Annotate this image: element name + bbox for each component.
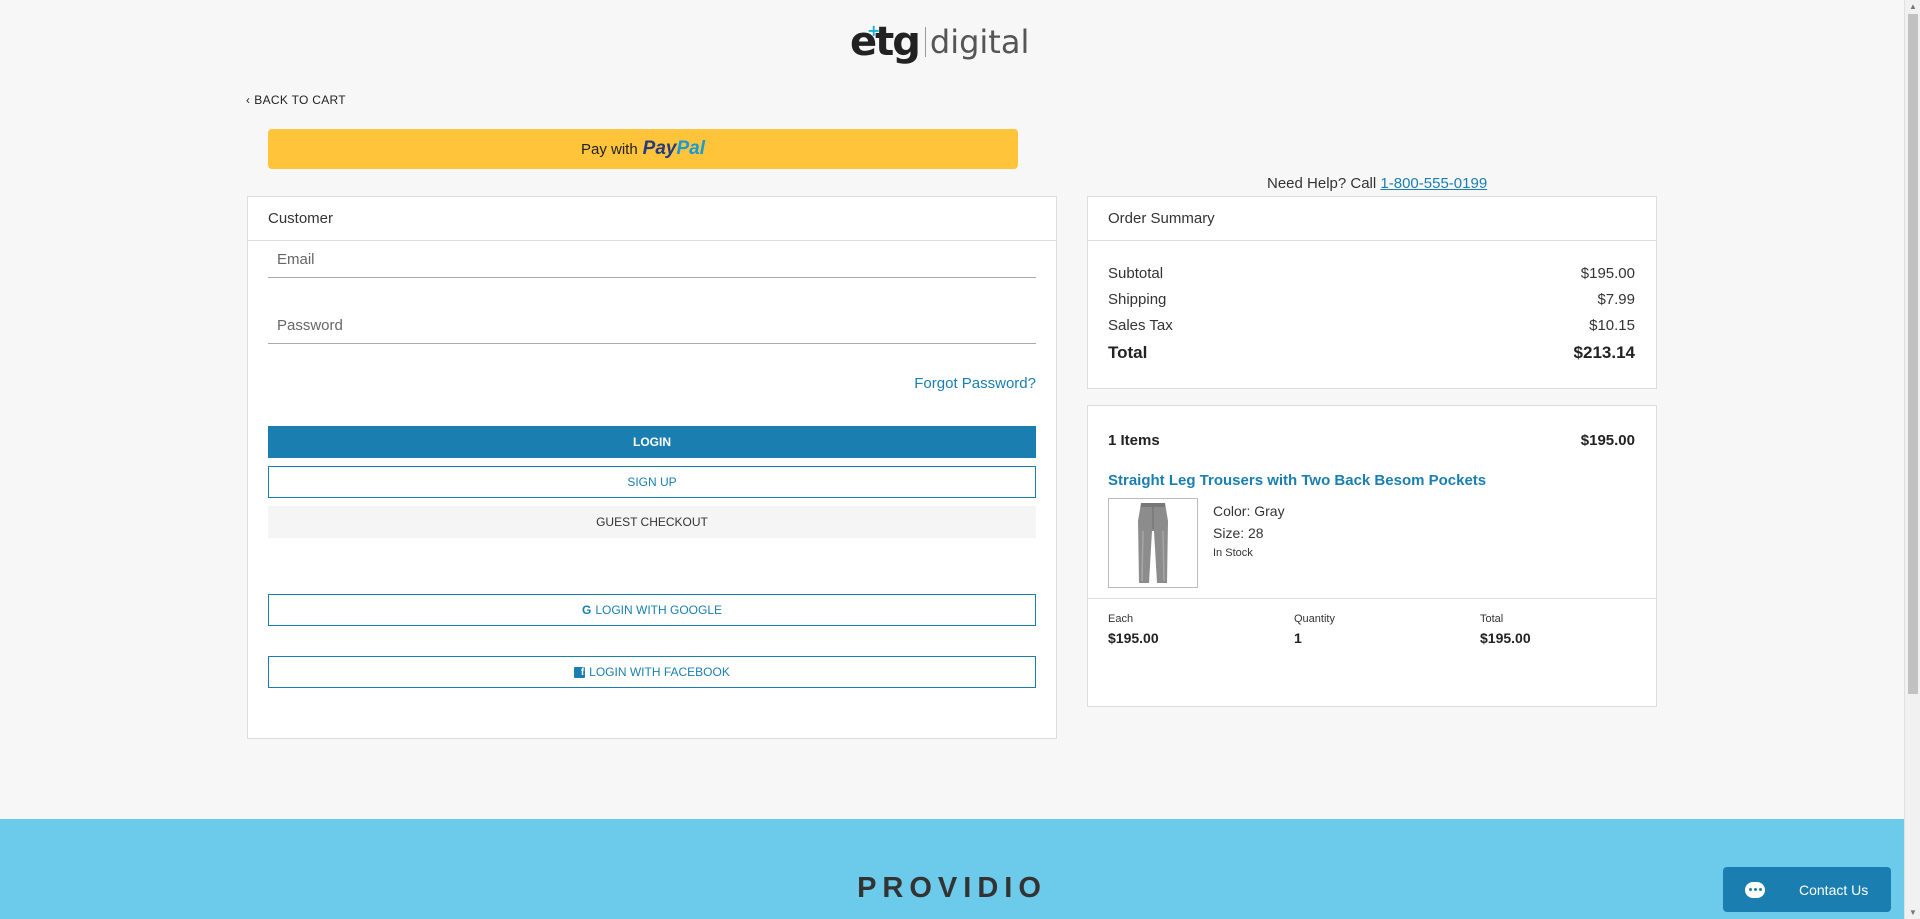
back-to-cart-label: BACK TO CART [254, 93, 346, 107]
back-to-cart-link[interactable]: ‹ BACK TO CART [246, 93, 346, 107]
product-size: Size: 28 [1213, 525, 1264, 541]
item-divider [1088, 598, 1656, 599]
stock-status: In Stock [1213, 547, 1253, 559]
contact-us-label: Contact Us [1799, 881, 1869, 898]
site-footer: PROVIDIO [0, 819, 1904, 919]
footer-brand: PROVIDIO [857, 872, 1047, 904]
item-total: Total $195.00 [1480, 613, 1531, 646]
summary-row-shipping: Shipping $7.99 [1108, 291, 1635, 308]
contact-us-chat-button[interactable]: Contact Us [1723, 867, 1891, 912]
product-name-link[interactable]: Straight Leg Trousers with Two Back Beso… [1108, 472, 1486, 489]
vertical-scrollbar[interactable]: ▲ ▼ [1904, 0, 1920, 919]
paypal-prefix: Pay with [580, 140, 638, 158]
email-field-wrapper [268, 242, 1036, 278]
customer-panel: Customer Forgot Password? LOGIN SIGN UP … [247, 196, 1057, 739]
cart-items-header: 1 Items $195.00 [1108, 432, 1635, 449]
help-line: Need Help? Call 1-800-555-0199 [1267, 175, 1487, 192]
forgot-password-link[interactable]: Forgot Password? [914, 375, 1036, 392]
order-summary-title: Order Summary [1088, 197, 1656, 241]
summary-row-subtotal: Subtotal $195.00 [1108, 265, 1635, 282]
each-price: Each $195.00 [1108, 613, 1159, 646]
scroll-up-arrow-icon[interactable]: ▲ [1905, 2, 1920, 11]
logo-plus-icon: + [867, 21, 880, 40]
scroll-down-arrow-icon[interactable]: ▼ [1905, 908, 1920, 917]
summary-row-total: Total $213.14 [1108, 343, 1635, 362]
login-with-google-button[interactable]: G LOGIN WITH GOOGLE [268, 594, 1036, 626]
item-quantity: Quantity 1 [1294, 613, 1335, 646]
help-phone-link[interactable]: 1-800-555-0199 [1380, 175, 1487, 192]
product-attributes: Color: Gray Size: 28 In Stock [1213, 500, 1285, 562]
sign-up-button[interactable]: SIGN UP [268, 466, 1036, 498]
paypal-button[interactable]: Pay with PayPal [268, 129, 1018, 169]
login-with-facebook-button[interactable]: f LOGIN WITH FACEBOOK [268, 656, 1036, 688]
chevron-left-icon: ‹ [246, 93, 251, 107]
paypal-logo: PayPal [642, 138, 706, 159]
logo-divider [924, 27, 926, 57]
order-summary-panel: Order Summary Subtotal $195.00 Shipping $7… [1087, 196, 1657, 389]
product-color: Color: Gray [1213, 503, 1285, 519]
password-field-wrapper [268, 308, 1036, 344]
email-input[interactable] [277, 251, 1027, 268]
facebook-icon: f [574, 666, 586, 678]
logo-etg: etg + [850, 19, 921, 65]
chat-bubble-icon [1745, 881, 1765, 898]
summary-row-sales-tax: Sales Tax $10.15 [1108, 317, 1635, 334]
google-icon: G [581, 603, 592, 617]
cart-items-panel: 1 Items $195.00 Straight Leg Trousers wi… [1087, 405, 1657, 707]
trousers-image [1138, 503, 1168, 583]
guest-checkout-button[interactable]: GUEST CHECKOUT [268, 506, 1036, 538]
password-input[interactable] [277, 317, 1027, 334]
logo-digital: digital [929, 23, 1030, 61]
site-logo[interactable]: etg + digital [850, 18, 1029, 66]
customer-title: Customer [248, 197, 1056, 241]
scrollbar-thumb[interactable] [1908, 14, 1918, 694]
product-thumbnail[interactable] [1108, 498, 1198, 588]
help-text: Need Help? Call [1267, 175, 1377, 192]
item-count: 1 Items [1108, 432, 1160, 449]
facebook-label: LOGIN WITH FACEBOOK [589, 665, 730, 679]
item-count-total: $195.00 [1580, 432, 1635, 449]
google-label: LOGIN WITH GOOGLE [595, 603, 723, 617]
login-button[interactable]: LOGIN [268, 426, 1036, 458]
